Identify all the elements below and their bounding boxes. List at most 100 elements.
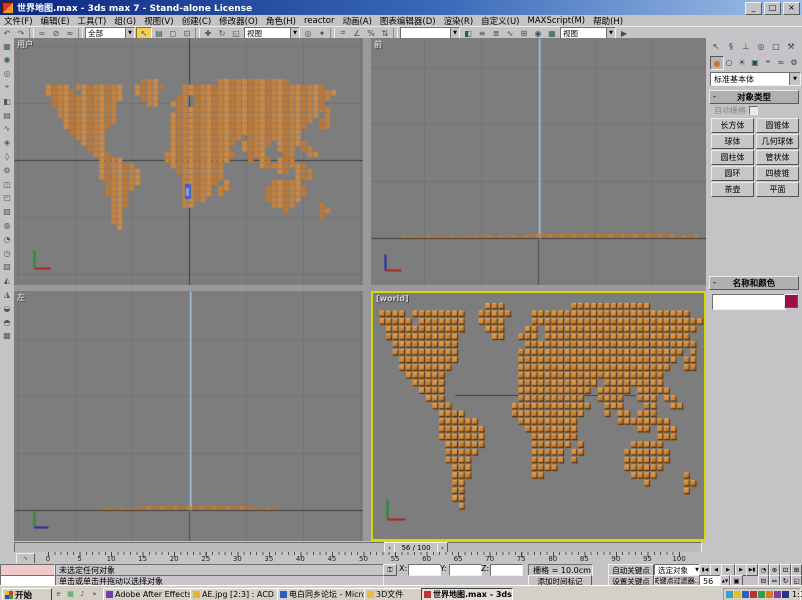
quick-launch-icon[interactable]: e xyxy=(53,589,64,599)
tab-toolbar-icon[interactable]: ◭ xyxy=(1,275,13,287)
angle-snap-toggle-icon[interactable]: ∠ xyxy=(350,28,364,39)
viewport-user-top[interactable]: 用户 xyxy=(14,38,363,285)
tray-icon[interactable] xyxy=(750,591,757,598)
tray-icon[interactable] xyxy=(726,591,733,598)
layer-manager-icon[interactable]: ≣ xyxy=(489,28,503,39)
quick-launch-icon[interactable]: ▦ xyxy=(65,589,76,599)
use-pivot-point-center-icon[interactable]: ◎ xyxy=(301,28,315,39)
object-type-button[interactable]: 几何球体 xyxy=(756,134,799,149)
quick-launch-icon[interactable]: » xyxy=(89,589,100,599)
close-button[interactable]: × xyxy=(783,2,800,15)
viewport-front[interactable]: 前 xyxy=(371,38,706,285)
display-tab-icon[interactable]: □ xyxy=(769,40,783,53)
object-type-button[interactable]: 长方体 xyxy=(711,118,754,133)
window-crossing-icon[interactable]: ⊡ xyxy=(180,28,194,39)
unlink-selection-icon[interactable]: ⊘ xyxy=(49,28,63,39)
tab-toolbar-icon[interactable]: ◫ xyxy=(1,178,13,190)
viewport-label-world[interactable]: [world] xyxy=(376,294,409,303)
space-warps-category-icon[interactable]: ≈ xyxy=(775,56,787,68)
chevron-down-icon[interactable]: ▼ xyxy=(125,28,134,38)
viewport-perspective-active[interactable]: [world] xyxy=(371,291,706,541)
object-type-button[interactable]: 圆锥体 xyxy=(756,118,799,133)
tab-toolbar-icon[interactable]: ◒ xyxy=(1,302,13,314)
select-and-link-icon[interactable]: ∞ xyxy=(35,28,49,39)
select-and-scale-icon[interactable]: ◱ xyxy=(229,28,243,39)
tray-icon[interactable] xyxy=(782,591,789,598)
menu-item[interactable]: 文件(F) xyxy=(0,15,37,27)
menu-item[interactable]: 创建(C) xyxy=(178,15,216,27)
motion-tab-icon[interactable]: ◎ xyxy=(754,40,768,53)
y-coord-field[interactable] xyxy=(449,564,482,576)
menu-item[interactable]: 图表编辑器(D) xyxy=(376,15,440,27)
taskbar-task-button[interactable]: Adobe After Effects xyxy=(103,588,193,600)
chevron-down-icon[interactable]: ▼ xyxy=(450,28,459,38)
menu-item[interactable]: 渲染(R) xyxy=(440,15,478,27)
menu-item[interactable]: MAXScript(M) xyxy=(524,16,590,26)
shapes-category-icon[interactable]: ○ xyxy=(723,56,735,68)
chevron-down-icon[interactable]: ▼ xyxy=(606,28,615,38)
menu-item[interactable]: 帮助(H) xyxy=(589,15,627,27)
minimize-button[interactable]: _ xyxy=(745,2,762,15)
x-coord-field[interactable] xyxy=(408,564,441,576)
modify-tab-icon[interactable]: § xyxy=(724,40,738,53)
menu-item[interactable]: 自定义(U) xyxy=(477,15,523,27)
viewport-perspective-canvas[interactable] xyxy=(373,293,704,539)
tab-toolbar-icon[interactable]: ◓ xyxy=(1,316,13,328)
tab-toolbar-icon[interactable]: ▤ xyxy=(1,109,13,121)
menu-item[interactable]: 工具(T) xyxy=(74,15,111,27)
object-type-button[interactable]: 平面 xyxy=(756,182,799,197)
viewport-front-canvas[interactable] xyxy=(371,38,706,285)
tab-toolbar-icon[interactable]: ▦ xyxy=(1,40,13,52)
select-by-name-icon[interactable]: ▤ xyxy=(152,28,166,39)
undo-icon[interactable]: ↶ xyxy=(0,28,14,39)
tab-toolbar-icon[interactable]: ⌖ xyxy=(1,81,13,93)
object-color-swatch[interactable] xyxy=(784,294,798,308)
tab-toolbar-icon[interactable]: ▩ xyxy=(1,330,13,342)
material-editor-icon[interactable]: ◉ xyxy=(531,28,545,39)
taskbar-task-button[interactable]: AE.jpg [2:3] : ACD Photo ... xyxy=(190,588,280,600)
track-bar[interactable]: ∿ 05101520253035404550556065707580859095… xyxy=(0,552,802,563)
schematic-view-icon[interactable]: ⊞ xyxy=(517,28,531,39)
utilities-tab-icon[interactable]: ⚒ xyxy=(784,40,798,53)
taskbar-task-button[interactable]: 电白同乡论坛 - Microsof... xyxy=(277,588,367,600)
percent-snap-toggle-icon[interactable]: % xyxy=(364,28,378,39)
align-icon[interactable]: ≡ xyxy=(475,28,489,39)
maximize-button[interactable]: □ xyxy=(764,2,781,15)
object-type-button[interactable]: 圆柱体 xyxy=(711,150,754,165)
taskbar-task-button[interactable]: 世界地图.max - 3ds max... xyxy=(421,588,513,600)
collapse-icon[interactable]: - xyxy=(713,278,716,288)
object-name-input[interactable] xyxy=(712,294,786,310)
menu-item[interactable]: 动画(A) xyxy=(338,15,375,27)
viewport-user-canvas[interactable] xyxy=(14,38,363,285)
object-type-button[interactable]: 管状体 xyxy=(756,150,799,165)
redo-icon[interactable]: ↷ xyxy=(14,28,28,39)
create-tab-icon[interactable]: ↖ xyxy=(709,40,723,53)
rollout-object-type[interactable]: - 对象类型 xyxy=(709,90,799,104)
object-type-button[interactable]: 四棱锥 xyxy=(756,166,799,181)
go-to-end-button[interactable]: ▶▮ xyxy=(746,564,758,576)
object-type-button[interactable]: 茶壶 xyxy=(711,182,754,197)
geometry-category-icon[interactable]: ● xyxy=(710,56,724,70)
helpers-category-icon[interactable]: ⌖ xyxy=(762,56,774,68)
tray-icon[interactable] xyxy=(774,591,781,598)
autogrid-checkbox[interactable] xyxy=(749,106,758,115)
tab-toolbar-icon[interactable]: ◈ xyxy=(1,137,13,149)
tab-toolbar-icon[interactable]: ◍ xyxy=(1,219,13,231)
select-and-manipulate-icon[interactable]: ✦ xyxy=(315,28,329,39)
viewport-label-front[interactable]: 前 xyxy=(374,39,382,50)
bind-to-space-warp-icon[interactable]: ≈ xyxy=(63,28,77,39)
z-coord-field[interactable] xyxy=(490,564,523,576)
snaps-toggle-icon[interactable]: ⌗ xyxy=(336,28,350,39)
tab-toolbar-icon[interactable]: ◊ xyxy=(1,150,13,162)
menu-item[interactable]: 组(G) xyxy=(110,15,140,27)
spinner-snap-toggle-icon[interactable]: ⇅ xyxy=(378,28,392,39)
select-and-move-icon[interactable]: ✚ xyxy=(201,28,215,39)
tab-toolbar-icon[interactable]: ◷ xyxy=(1,247,13,259)
tab-toolbar-icon[interactable]: ◰ xyxy=(1,192,13,204)
tab-toolbar-icon[interactable]: ◔ xyxy=(1,233,13,245)
viewport-label-left[interactable]: 左 xyxy=(17,292,25,303)
tray-icon[interactable] xyxy=(758,591,765,598)
menu-item[interactable]: 视图(V) xyxy=(140,15,177,27)
hierarchy-tab-icon[interactable]: ⊥ xyxy=(739,40,753,53)
tab-toolbar-icon[interactable]: ⚙ xyxy=(1,164,13,176)
